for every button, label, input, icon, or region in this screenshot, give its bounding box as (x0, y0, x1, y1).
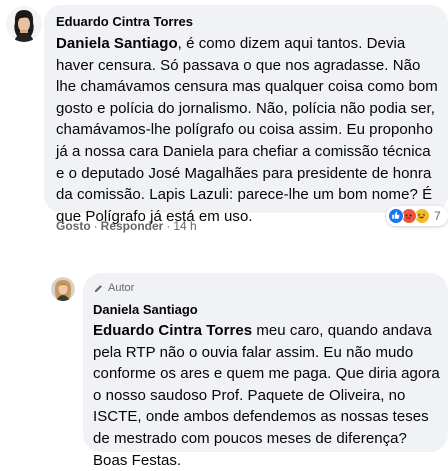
like-button[interactable]: Gosto (56, 219, 91, 233)
profile-photo-icon (6, 6, 42, 42)
reply-button[interactable]: Responder (101, 219, 164, 233)
like-icon (388, 208, 404, 224)
timestamp[interactable]: 14 h (173, 219, 196, 233)
comment-bubble: Autor Daniela Santiago Eduardo Cintra To… (83, 273, 448, 469)
comment-body: meu caro, quando andava pela RTP não o o… (93, 322, 440, 469)
comment-bubble: Eduardo Cintra Torres Daniela Santiago, … (44, 5, 448, 225)
separator: · (166, 219, 171, 233)
comment-daniela: Autor Daniela Santiago Eduardo Cintra To… (0, 270, 448, 469)
mention-link[interactable]: Daniela Santiago (56, 35, 178, 52)
comment-body: , é como dizem aqui tantos. Devia haver … (56, 35, 438, 225)
comment-actions: Gosto · Responder · 14 h (56, 219, 197, 233)
comment-author[interactable]: Daniela Santiago (93, 302, 438, 318)
reaction-count: 7 (434, 209, 441, 223)
separator: · (93, 219, 98, 233)
mention-link[interactable]: Eduardo Cintra Torres (93, 322, 252, 339)
profile-photo-icon (51, 277, 75, 301)
avatar[interactable] (6, 6, 42, 42)
comment-text: Eduardo Cintra Torres meu caro, quando a… (93, 320, 443, 471)
author-badge-label: Autor (108, 282, 135, 294)
comment-text: Daniela Santiago, é como dizem aqui tant… (56, 33, 442, 227)
comment-author[interactable]: Eduardo Cintra Torres (56, 14, 436, 30)
comment-eduardo: Eduardo Cintra Torres Daniela Santiago, … (0, 0, 448, 240)
avatar[interactable] (51, 277, 75, 301)
pencil-icon (94, 284, 102, 292)
reactions-summary[interactable]: 7 (386, 206, 448, 226)
author-badge: Autor (93, 281, 438, 295)
